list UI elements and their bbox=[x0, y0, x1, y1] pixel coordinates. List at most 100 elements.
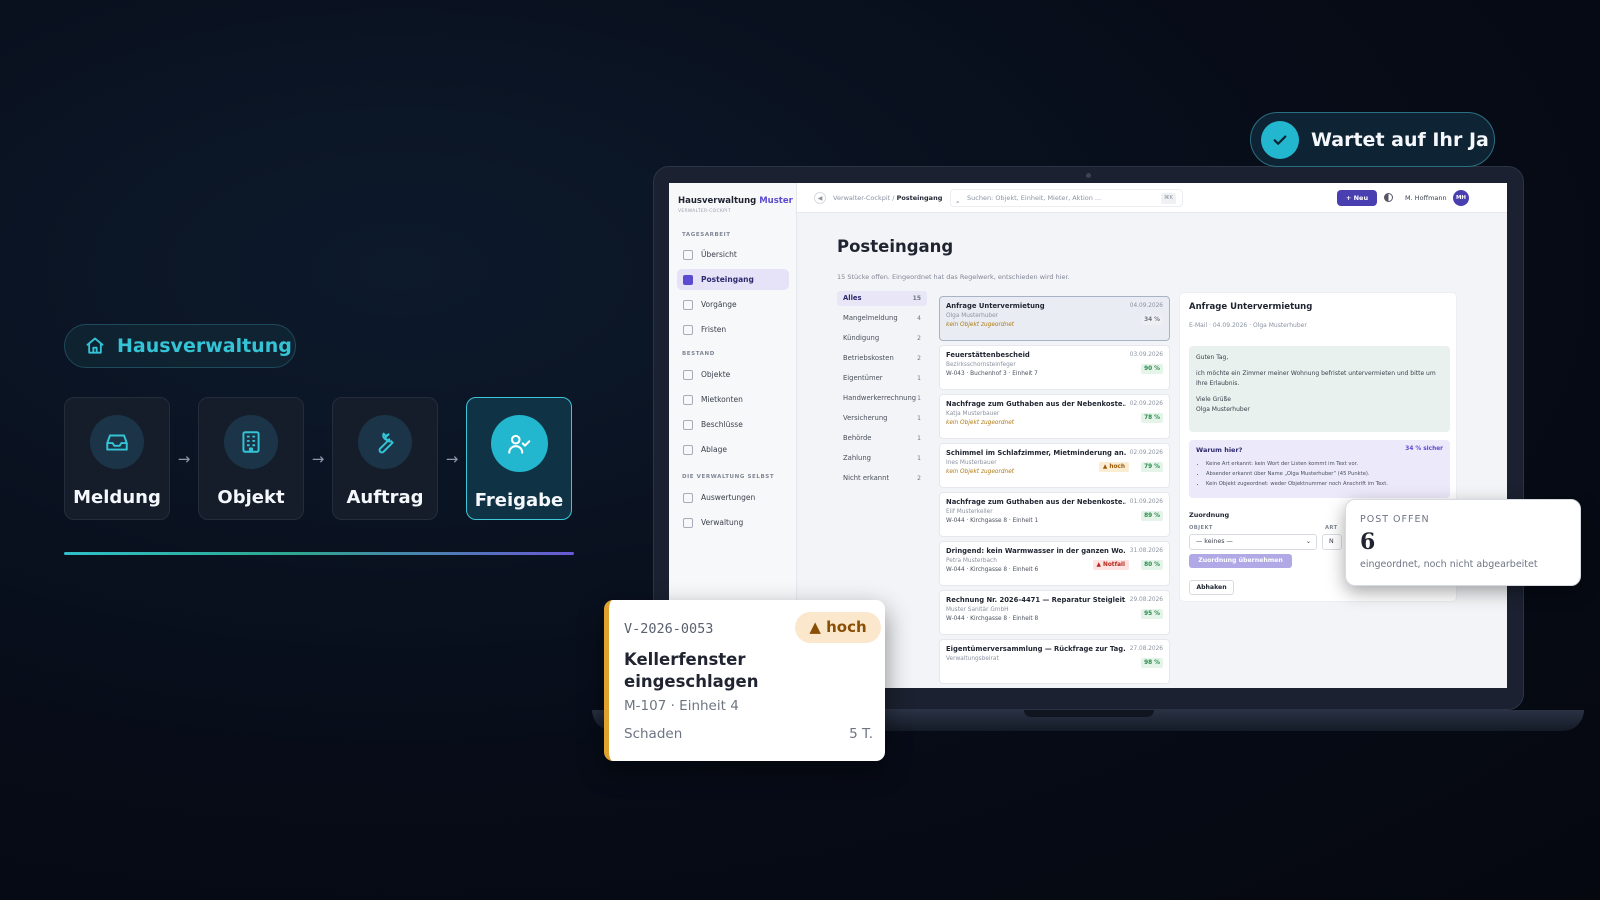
filter-alles[interactable]: Alles 15 bbox=[837, 291, 927, 306]
filter-betriebskosten[interactable]: Betriebskosten 2 bbox=[837, 351, 927, 366]
sidebar-item-verwaltung[interactable]: Verwaltung bbox=[677, 512, 789, 533]
message-item[interactable]: Dringend: kein Warmwasser in der ganzen … bbox=[939, 541, 1170, 586]
confidence-badge: 98 % bbox=[1141, 658, 1163, 668]
message-item[interactable]: Rechnung Nr. 2026-4471 — Reparatur Steig… bbox=[939, 590, 1170, 635]
awaiting-approval-pill: Wartet auf Ihr Ja bbox=[1250, 112, 1495, 167]
filter-zahlung[interactable]: Zahlung 1 bbox=[837, 451, 927, 466]
stat-description: eingeordnet, noch nicht abgearbeitet bbox=[1360, 559, 1538, 570]
priority-badge: ▲ hoch bbox=[795, 612, 881, 643]
message-item[interactable]: Nachfrage zum Guthaben aus der Nebenkost… bbox=[939, 492, 1170, 537]
calendar-icon bbox=[683, 324, 693, 335]
filter-versicherung[interactable]: Versicherung 1 bbox=[837, 411, 927, 426]
mail-body: Guten Tag, ich möchte ein Zimmer meiner … bbox=[1189, 346, 1450, 432]
confidence-badge: 89 % bbox=[1141, 511, 1163, 521]
filter-kuendigung[interactable]: Kündigung 2 bbox=[837, 331, 927, 346]
art-label: ART bbox=[1325, 525, 1338, 531]
filter-mangelmeldung[interactable]: Mangelmeldung 4 bbox=[837, 311, 927, 326]
laptop-notch bbox=[1024, 710, 1154, 717]
assign-heading: Zuordnung bbox=[1189, 511, 1230, 519]
step-meldung: Meldung bbox=[64, 397, 170, 520]
workflow-steps: Meldung → Objekt → Auftrag → Freigabe bbox=[64, 397, 572, 520]
sidebar-item-objekte[interactable]: Objekte bbox=[677, 364, 789, 385]
document-icon bbox=[683, 419, 693, 430]
filter-eigentuemer[interactable]: Eigentümer 1 bbox=[837, 371, 927, 386]
home-icon bbox=[683, 369, 693, 380]
ticket-id: V-2026-0053 bbox=[624, 621, 714, 637]
grid-icon bbox=[683, 249, 693, 260]
message-item[interactable]: Feuerstättenbescheid 03.09.2026 Bezirkssc… bbox=[939, 345, 1170, 390]
detail-title: Anfrage Untervermietung bbox=[1189, 302, 1313, 312]
collapse-sidebar-button[interactable]: ◀ bbox=[814, 192, 826, 204]
step-auftrag: Auftrag bbox=[332, 397, 438, 520]
breadcrumb: Verwalter-Cockpit / Posteingang bbox=[833, 194, 943, 202]
step-label: Auftrag bbox=[346, 487, 424, 508]
confidence-badge: 90 % bbox=[1141, 364, 1163, 374]
confidence-badge: 34 % bbox=[1141, 315, 1163, 325]
confidence-label: 34 % sicher bbox=[1405, 446, 1443, 452]
brand-pill: Hausverwaltung bbox=[64, 324, 296, 368]
step-label: Freigabe bbox=[474, 490, 564, 511]
detail-meta: E-Mail · 04.09.2026 · Olga Musterhuber bbox=[1189, 322, 1307, 329]
brand-pill-label: Hausverwaltung bbox=[117, 335, 292, 357]
shortcut-hint: ⌘K bbox=[1160, 193, 1176, 204]
app-brand[interactable]: Hausverwaltung Muster bbox=[678, 196, 793, 206]
ticket-card[interactable]: V-2026-0053 ▲ hoch Kellerfenster eingesc… bbox=[604, 600, 885, 761]
arrow-icon: → bbox=[177, 449, 191, 468]
breadcrumb-parent[interactable]: Verwalter-Cockpit bbox=[833, 194, 890, 202]
filter-behoerde[interactable]: Behörde 1 bbox=[837, 431, 927, 446]
sidebar-item-fristen[interactable]: Fristen bbox=[677, 319, 789, 340]
sidebar-item-vorgaenge[interactable]: Vorgänge bbox=[677, 294, 789, 315]
inbox-icon bbox=[683, 274, 693, 285]
awaiting-approval-label: Wartet auf Ihr Ja bbox=[1311, 128, 1489, 151]
done-button[interactable]: Abhaken bbox=[1189, 580, 1234, 595]
sidebar-item-posteingang[interactable]: Posteingang bbox=[677, 269, 789, 290]
message-item[interactable]: Nachfrage zum Guthaben aus der Nebenkost… bbox=[939, 394, 1170, 439]
object-label: OBJEKT bbox=[1189, 525, 1213, 531]
section-verwaltung: DIE VERWALTUNG SELBST bbox=[682, 474, 775, 480]
chevron-down-icon: ⌄ bbox=[1305, 538, 1311, 545]
step-label: Objekt bbox=[217, 487, 285, 508]
sidebar-item-auswertungen[interactable]: Auswertungen bbox=[677, 487, 789, 508]
wallet-icon bbox=[683, 394, 693, 405]
new-button[interactable]: + Neu bbox=[1337, 190, 1377, 206]
sidebar-item-beschluesse[interactable]: Beschlüsse bbox=[677, 414, 789, 435]
folder-icon bbox=[683, 444, 693, 455]
page-subtitle: 15 Stücke offen. Eingeordnet hat das Reg… bbox=[837, 273, 1070, 281]
sidebar-item-mietkonten[interactable]: Mietkonten bbox=[677, 389, 789, 410]
message-item[interactable]: Schimmel im Schlafzimmer, Mietminderung … bbox=[939, 443, 1170, 488]
topbar: ◀ Verwalter-Cockpit / Posteingang ⌕ Such… bbox=[797, 183, 1507, 213]
building-icon bbox=[242, 431, 260, 453]
message-item[interactable]: Eigentümerversammlung — Rückfrage zur Ta… bbox=[939, 639, 1170, 684]
filter-nicht-erkannt[interactable]: Nicht erkannt 2 bbox=[837, 471, 927, 486]
stat-value: 6 bbox=[1360, 529, 1376, 555]
art-select[interactable]: N bbox=[1322, 534, 1342, 550]
theme-toggle-icon[interactable] bbox=[1384, 193, 1393, 202]
user-check-icon bbox=[508, 434, 531, 454]
search-icon: ⌕ bbox=[956, 198, 960, 206]
wrench-icon bbox=[683, 299, 693, 310]
apply-assignment-button[interactable]: Zuordnung übernehmen bbox=[1189, 554, 1292, 568]
section-tagesarbeit: TAGESARBEIT bbox=[682, 232, 731, 238]
search-input[interactable]: ⌕ Suchen: Objekt, Einheit, Mieter, Aktio… bbox=[950, 189, 1183, 207]
message-item[interactable]: Anfrage Untervermietung 04.09.2026 Olga M… bbox=[939, 296, 1170, 341]
step-label: Meldung bbox=[73, 487, 161, 508]
section-bestand: BESTAND bbox=[682, 351, 715, 357]
avatar[interactable]: MH bbox=[1453, 190, 1469, 206]
wrench-icon bbox=[378, 432, 394, 454]
step-objekt: Objekt bbox=[198, 397, 304, 520]
sidebar-item-uebersicht[interactable]: Übersicht bbox=[677, 244, 789, 265]
sidebar-item-ablage[interactable]: Ablage bbox=[677, 439, 789, 460]
gear-icon bbox=[683, 517, 693, 528]
chart-icon bbox=[683, 492, 693, 503]
arrow-icon: → bbox=[445, 449, 459, 468]
user-name[interactable]: M. Hoffmann bbox=[1405, 194, 1447, 202]
arrow-icon: → bbox=[311, 449, 325, 468]
home-icon bbox=[86, 337, 104, 354]
open-mail-stat-card: POST OFFEN 6 eingeordnet, noch nicht abg… bbox=[1345, 499, 1581, 586]
inbox-icon bbox=[106, 434, 128, 451]
filter-handwerkerrechnung[interactable]: Handwerkerrechnung 1 bbox=[837, 391, 927, 406]
ticket-title: Kellerfenster eingeschlagen bbox=[624, 650, 759, 691]
confidence-badge: 79 % bbox=[1141, 462, 1163, 472]
object-select[interactable]: — keines — ⌄ bbox=[1189, 534, 1317, 550]
reasoning-box: Warum hier? 34 % sicher Keine Art erkann… bbox=[1189, 440, 1450, 498]
